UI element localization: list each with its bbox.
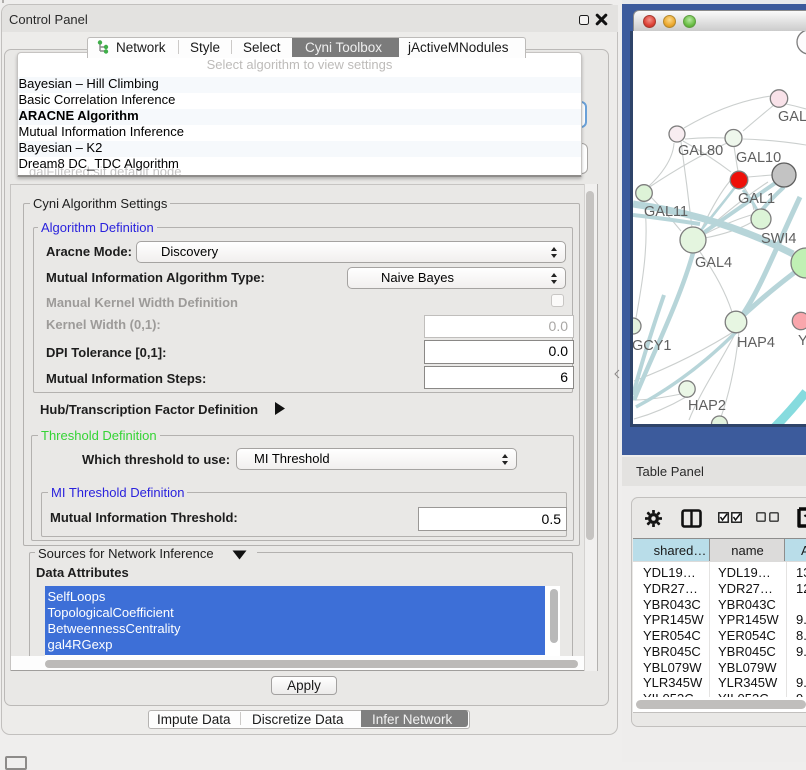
svg-text:HAP2: HAP2 — [688, 398, 726, 414]
svg-text:GAL1: GAL1 — [738, 191, 775, 207]
svg-text:Y: Y — [798, 333, 806, 349]
svg-text:SWI4: SWI4 — [761, 231, 796, 247]
svg-text:HAP4: HAP4 — [737, 335, 775, 351]
svg-text:GCY1: GCY1 — [633, 338, 672, 354]
svg-text:GAL4: GAL4 — [695, 255, 732, 271]
svg-text:GAL11: GAL11 — [644, 204, 688, 220]
svg-text:GAL10: GAL10 — [736, 150, 781, 166]
svg-text:GAL7: GAL7 — [778, 109, 806, 125]
svg-text:GAL80: GAL80 — [678, 143, 723, 159]
